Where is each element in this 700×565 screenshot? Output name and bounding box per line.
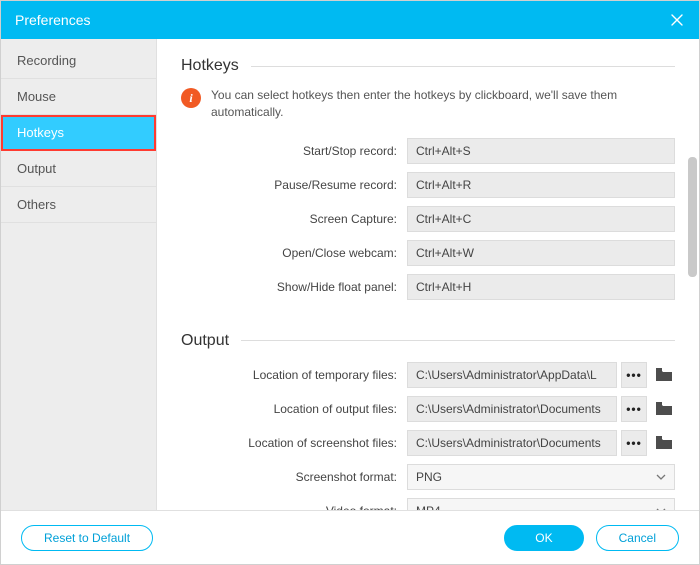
sidebar-item-output[interactable]: Output	[1, 151, 156, 187]
section-header-hotkeys: Hotkeys	[181, 57, 675, 75]
hotkey-input-screen-capture[interactable]	[407, 206, 675, 232]
main-panel: Hotkeys i You can select hotkeys then en…	[157, 39, 699, 510]
select-screenshot-format[interactable]: PNG	[407, 464, 675, 490]
titlebar: Preferences	[1, 1, 699, 39]
browse-button[interactable]: •••	[621, 396, 647, 422]
select-value: PNG	[416, 470, 442, 484]
sidebar-item-label: Output	[17, 161, 56, 176]
section-header-output: Output	[181, 332, 675, 350]
output-row-screenshot-location: Location of screenshot files: C:\Users\A…	[181, 430, 675, 456]
output-label: Location of temporary files:	[181, 368, 407, 382]
sidebar-item-hotkeys[interactable]: Hotkeys	[1, 115, 156, 151]
hotkey-row-screen-capture: Screen Capture:	[181, 206, 675, 232]
hotkey-row-pause-resume: Pause/Resume record:	[181, 172, 675, 198]
sidebar-item-label: Recording	[17, 53, 76, 68]
output-label: Location of screenshot files:	[181, 436, 407, 450]
hotkey-input-pause-resume[interactable]	[407, 172, 675, 198]
scrollbar-thumb[interactable]	[688, 157, 697, 277]
output-row-video-format: Video format: MP4	[181, 498, 675, 510]
output-label: Video format:	[181, 504, 407, 510]
preferences-window: Preferences Recording Mouse Hotkeys Outp…	[0, 0, 700, 565]
hotkey-row-start-stop: Start/Stop record:	[181, 138, 675, 164]
section-title: Output	[181, 332, 229, 350]
path-input-screenshot[interactable]: C:\Users\Administrator\Documents	[407, 430, 617, 456]
info-icon: i	[181, 88, 201, 108]
hotkey-input-start-stop[interactable]	[407, 138, 675, 164]
hotkey-label: Screen Capture:	[181, 212, 407, 226]
reset-to-default-button[interactable]: Reset to Default	[21, 525, 153, 551]
output-row-output-location: Location of output files: C:\Users\Admin…	[181, 396, 675, 422]
close-icon[interactable]	[669, 12, 685, 28]
output-label: Screenshot format:	[181, 470, 407, 484]
hotkey-row-webcam: Open/Close webcam:	[181, 240, 675, 266]
open-folder-icon[interactable]	[653, 430, 675, 456]
output-row-screenshot-format: Screenshot format: PNG	[181, 464, 675, 490]
hotkey-label: Pause/Resume record:	[181, 178, 407, 192]
hotkey-label: Open/Close webcam:	[181, 246, 407, 260]
sidebar-item-label: Hotkeys	[17, 125, 64, 140]
divider	[251, 66, 675, 67]
sidebar-item-mouse[interactable]: Mouse	[1, 79, 156, 115]
browse-button[interactable]: •••	[621, 430, 647, 456]
sidebar: Recording Mouse Hotkeys Output Others	[1, 39, 157, 510]
ok-button[interactable]: OK	[504, 525, 583, 551]
hotkey-input-webcam[interactable]	[407, 240, 675, 266]
sidebar-item-label: Others	[17, 197, 56, 212]
select-video-format[interactable]: MP4	[407, 498, 675, 510]
footer: Reset to Default OK Cancel	[1, 510, 699, 564]
window-title: Preferences	[15, 12, 90, 28]
cancel-button[interactable]: Cancel	[596, 525, 679, 551]
hotkeys-info: i You can select hotkeys then enter the …	[181, 87, 675, 122]
open-folder-icon[interactable]	[653, 362, 675, 388]
section-title: Hotkeys	[181, 57, 239, 75]
chevron-down-icon	[656, 506, 666, 510]
main-scroll-area[interactable]: Hotkeys i You can select hotkeys then en…	[157, 39, 699, 510]
path-input-temp[interactable]: C:\Users\Administrator\AppData\L	[407, 362, 617, 388]
hotkey-label: Show/Hide float panel:	[181, 280, 407, 294]
output-label: Location of output files:	[181, 402, 407, 416]
browse-button[interactable]: •••	[621, 362, 647, 388]
sidebar-item-others[interactable]: Others	[1, 187, 156, 223]
open-folder-icon[interactable]	[653, 396, 675, 422]
dialog-body: Recording Mouse Hotkeys Output Others Ho…	[1, 39, 699, 510]
info-text: You can select hotkeys then enter the ho…	[211, 87, 675, 122]
select-value: MP4	[416, 504, 441, 510]
hotkey-label: Start/Stop record:	[181, 144, 407, 158]
footer-right: OK Cancel	[504, 525, 679, 551]
hotkey-row-float-panel: Show/Hide float panel:	[181, 274, 675, 300]
divider	[241, 340, 675, 341]
output-row-temp-location: Location of temporary files: C:\Users\Ad…	[181, 362, 675, 388]
chevron-down-icon	[656, 472, 666, 482]
sidebar-item-recording[interactable]: Recording	[1, 43, 156, 79]
sidebar-item-label: Mouse	[17, 89, 56, 104]
path-input-output[interactable]: C:\Users\Administrator\Documents	[407, 396, 617, 422]
hotkey-input-float-panel[interactable]	[407, 274, 675, 300]
